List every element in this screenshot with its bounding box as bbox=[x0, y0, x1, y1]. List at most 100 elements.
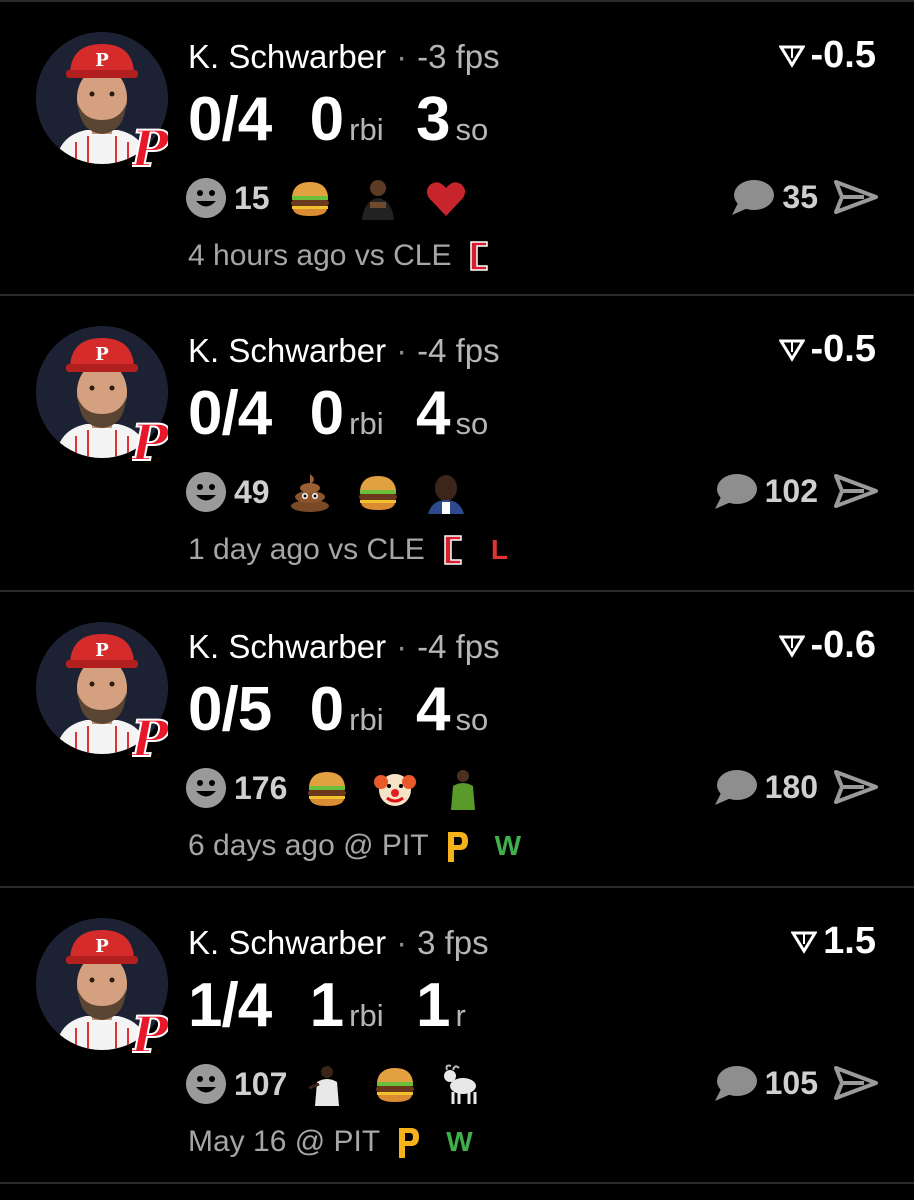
stat-value: 3 bbox=[416, 85, 450, 154]
projection-delta: -0.6 bbox=[778, 624, 876, 667]
hits-at-bats: 1/4 bbox=[188, 971, 272, 1040]
projection-delta: -0.5 bbox=[778, 34, 876, 77]
stat-value: 1 bbox=[416, 971, 450, 1040]
svg-text:P: P bbox=[132, 1006, 168, 1062]
stat-line: 0/4 0 rbi 4 so bbox=[188, 378, 488, 449]
hits-at-bats: 0/4 bbox=[188, 85, 272, 154]
comments-button[interactable]: 35 bbox=[730, 174, 818, 220]
hits-at-bats: 0/5 bbox=[188, 675, 272, 744]
smiley-reaction-icon[interactable] bbox=[186, 1064, 226, 1104]
game-info[interactable]: 1 day ago vs CLE L bbox=[188, 532, 508, 568]
cle-logo-icon bbox=[444, 535, 462, 565]
phillies-logo-icon: P bbox=[132, 414, 168, 470]
share-icon[interactable] bbox=[834, 1066, 878, 1100]
burger-emoji[interactable] bbox=[288, 176, 332, 220]
smiley-reaction-icon[interactable] bbox=[186, 768, 226, 808]
share-icon[interactable] bbox=[834, 770, 878, 804]
share-icon[interactable] bbox=[834, 180, 878, 214]
game-time: 6 days ago @ PIT bbox=[188, 829, 429, 862]
comment-bubble-icon bbox=[714, 1066, 757, 1101]
separator-dot: · bbox=[396, 332, 408, 369]
fps-value: -4 fps bbox=[417, 628, 500, 665]
post-header: K. Schwarber · -4 fps bbox=[188, 628, 500, 666]
burger-emoji[interactable] bbox=[356, 470, 400, 514]
signing-man-emoji[interactable] bbox=[356, 176, 400, 220]
goalkeeper-emoji[interactable] bbox=[441, 766, 485, 810]
player-name[interactable]: K. Schwarber bbox=[188, 38, 386, 75]
stat-unit: rbi bbox=[349, 702, 384, 737]
game-time: 1 day ago vs CLE bbox=[188, 533, 425, 566]
stat-unit: rbi bbox=[349, 112, 384, 147]
stat-value: 1 bbox=[309, 971, 344, 1040]
game-result: W bbox=[494, 830, 522, 861]
svg-text:P: P bbox=[95, 344, 109, 365]
comments-button[interactable]: 180 bbox=[713, 764, 818, 810]
post-card[interactable]: P P K. Schwarber · -4 fps -0.5 0/4 0 rbi 4s… bbox=[0, 296, 914, 592]
projection-delta: -0.5 bbox=[778, 328, 876, 371]
comment-bubble-icon bbox=[732, 180, 775, 215]
stat-unit: rbi bbox=[349, 406, 384, 441]
smiley-reaction-icon[interactable] bbox=[186, 178, 226, 218]
separator-dot: · bbox=[396, 924, 408, 961]
post-card[interactable]: P P K. Schwarber · -3 fps -0.5 0/4 0 rbi 3s… bbox=[0, 0, 914, 296]
stat-line: 0/4 0 rbi 3 so bbox=[188, 84, 488, 155]
fps-value: -4 fps bbox=[417, 332, 500, 369]
comment-count: 180 bbox=[764, 768, 818, 805]
stat-unit: r bbox=[455, 998, 466, 1033]
phillies-logo-icon: P bbox=[132, 120, 168, 176]
golfer-emoji[interactable] bbox=[305, 1062, 349, 1106]
reaction-count: 49 bbox=[234, 473, 270, 510]
svg-text:P: P bbox=[95, 936, 109, 957]
reactions-row[interactable]: 107 bbox=[186, 1062, 509, 1106]
player-name[interactable]: K. Schwarber bbox=[188, 332, 386, 369]
game-time: 4 hours ago vs CLE bbox=[188, 239, 452, 272]
down-triangle-icon bbox=[778, 339, 805, 362]
pit-logo-icon bbox=[399, 1128, 420, 1158]
share-icon[interactable] bbox=[834, 474, 878, 508]
reactions-row[interactable]: 49 bbox=[186, 470, 492, 514]
game-info[interactable]: May 16 @ PIT W bbox=[188, 1124, 473, 1160]
reactions-row[interactable]: 15 bbox=[186, 176, 492, 220]
stat-line: 0/5 0 rbi 4 so bbox=[188, 674, 488, 745]
post-card[interactable]: P P K. Schwarber · 3 fps 1.5 1/4 1 rbi 1r 1… bbox=[0, 888, 914, 1184]
svg-text:P: P bbox=[132, 414, 168, 470]
stat-unit: so bbox=[455, 702, 489, 737]
fps-value: 3 fps bbox=[417, 924, 489, 961]
post-card[interactable]: P P K. Schwarber · -4 fps -0.6 0/5 0 rbi 4s… bbox=[0, 592, 914, 888]
phillies-logo-icon: P bbox=[132, 710, 168, 766]
hits-at-bats: 0/4 bbox=[188, 379, 272, 448]
smiley-reaction-icon[interactable] bbox=[186, 472, 226, 512]
burger-emoji[interactable] bbox=[305, 766, 349, 810]
delta-value: -0.6 bbox=[810, 624, 876, 666]
red-heart-emoji[interactable] bbox=[424, 176, 468, 220]
game-result: L bbox=[490, 534, 508, 565]
comments-button[interactable]: 105 bbox=[713, 1060, 818, 1106]
goat-emoji[interactable] bbox=[441, 1062, 485, 1106]
separator-dot: · bbox=[396, 38, 408, 75]
reaction-count: 176 bbox=[234, 769, 288, 806]
comment-count: 105 bbox=[764, 1064, 818, 1101]
reactions-row[interactable]: 176 bbox=[186, 766, 509, 810]
game-info[interactable]: 4 hours ago vs CLE bbox=[188, 238, 517, 274]
game-info[interactable]: 6 days ago @ PIT W bbox=[188, 828, 521, 864]
poop-emoji[interactable] bbox=[288, 470, 332, 514]
burger-emoji[interactable] bbox=[373, 1062, 417, 1106]
comments-button[interactable]: 102 bbox=[713, 468, 818, 514]
reaction-count: 15 bbox=[234, 179, 270, 216]
man-face-emoji[interactable] bbox=[424, 470, 468, 514]
player-name[interactable]: K. Schwarber bbox=[188, 628, 386, 665]
post-header: K. Schwarber · -3 fps bbox=[188, 38, 500, 76]
svg-text:P: P bbox=[95, 640, 109, 661]
stat-value: 4 bbox=[416, 379, 450, 448]
delta-value: -0.5 bbox=[810, 34, 876, 76]
game-time: May 16 @ PIT bbox=[188, 1125, 381, 1158]
reaction-count: 107 bbox=[234, 1065, 288, 1102]
player-name[interactable]: K. Schwarber bbox=[188, 924, 386, 961]
game-result: W bbox=[446, 1126, 473, 1157]
comment-bubble-icon bbox=[714, 770, 757, 805]
clown-emoji[interactable] bbox=[373, 766, 417, 810]
pit-logo-icon bbox=[447, 832, 468, 862]
comment-count: 35 bbox=[782, 178, 818, 215]
svg-text:P: P bbox=[132, 710, 168, 766]
down-triangle-icon bbox=[778, 635, 805, 658]
